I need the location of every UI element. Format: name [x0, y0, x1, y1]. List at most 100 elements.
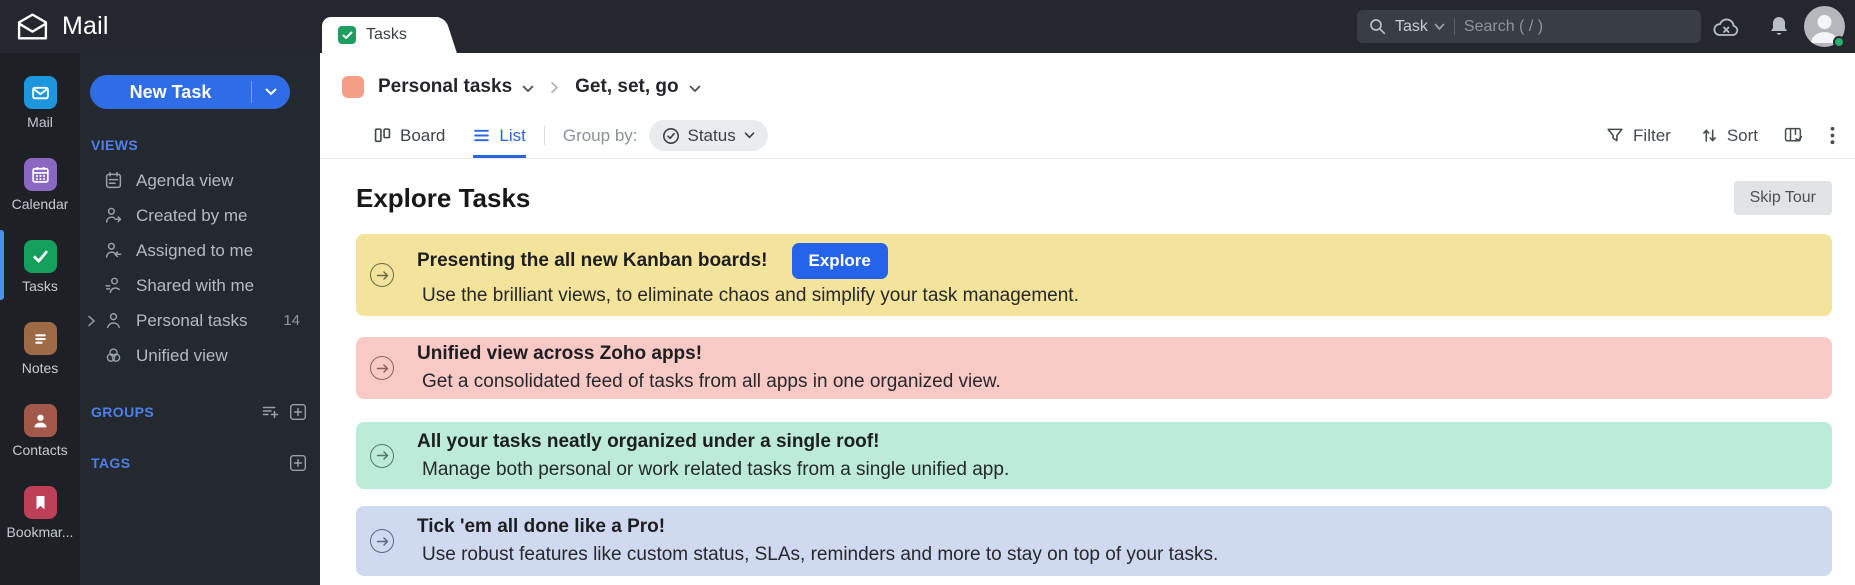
- add-tag-icon[interactable]: [289, 454, 307, 472]
- app-rail: Mail Calendar Tasks Notes Contacts Bookm…: [0, 53, 80, 585]
- tour-card-pro: Tick 'em all done like a Pro! Use robust…: [356, 506, 1832, 576]
- rail-item-tasks[interactable]: Tasks: [0, 230, 80, 316]
- rail-item-label: Calendar: [11, 196, 69, 212]
- tags-section: TAGS: [80, 454, 320, 472]
- arrow-right-icon[interactable]: [370, 263, 394, 287]
- app-logo[interactable]: Mail: [16, 0, 109, 53]
- rail-item-notes[interactable]: Notes: [0, 316, 80, 398]
- rail-item-mail[interactable]: Mail: [0, 70, 80, 152]
- chevron-right-icon: [550, 81, 559, 94]
- groups-section: GROUPS: [80, 403, 320, 421]
- list-icon: [474, 129, 490, 142]
- tab-tasks[interactable]: Tasks: [322, 17, 438, 53]
- views-section-label: VIEWS: [91, 137, 139, 153]
- rail-item-calendar[interactable]: Calendar: [0, 152, 80, 234]
- card-title: Tick 'em all done like a Pro!: [417, 516, 666, 537]
- tour-card-kanban: Presenting the all new Kanban boards! Ex…: [356, 234, 1832, 316]
- search-scope-dropdown[interactable]: Task: [1395, 18, 1445, 36]
- tour-card-unified-view: Unified view across Zoho apps! Get a con…: [356, 337, 1832, 399]
- toolbar-divider: [543, 126, 545, 145]
- tab-list-label: List: [499, 125, 526, 145]
- arrow-right-icon[interactable]: [370, 443, 394, 468]
- calendar-icon: [23, 158, 57, 191]
- tab-board[interactable]: Board: [374, 113, 445, 158]
- search-scope-value: Task: [1395, 17, 1428, 35]
- tags-section-label: TAGS: [91, 455, 131, 471]
- search-input[interactable]: [1463, 17, 1689, 36]
- tasks-check-icon: [338, 26, 356, 44]
- add-group-icon[interactable]: [289, 403, 307, 421]
- sidebar-item-label: Personal tasks: [136, 310, 248, 330]
- arrow-right-icon[interactable]: [370, 529, 394, 553]
- manage-groups-icon[interactable]: [262, 404, 279, 420]
- search-bar[interactable]: Task: [1357, 10, 1701, 43]
- group-by-status-dropdown[interactable]: Status: [648, 120, 768, 151]
- groups-section-label: GROUPS: [91, 404, 155, 420]
- breadcrumb: Personal tasks Get, set, go: [320, 61, 1855, 113]
- new-task-dropdown[interactable]: [252, 75, 290, 109]
- sidebar-item-label: Shared with me: [136, 275, 255, 295]
- app-name: Mail: [62, 12, 109, 40]
- chevron-down-icon: [744, 132, 755, 139]
- sort-button[interactable]: Sort: [1701, 113, 1758, 158]
- rail-item-label: Contacts: [12, 442, 68, 458]
- explore-header: Explore Tasks Skip Tour: [320, 159, 1855, 215]
- view-toolbar: Board List Group by: Status Filter Sort: [320, 113, 1855, 159]
- notes-icon: [23, 322, 57, 355]
- skip-tour-button[interactable]: Skip Tour: [1733, 181, 1832, 215]
- main-content: Personal tasks Get, set, go Board List G…: [320, 53, 1855, 585]
- rail-item-label: Notes: [21, 360, 59, 376]
- group-by-label: Group by:: [562, 125, 638, 145]
- views-list: Agenda view Created by me Assigned to me: [80, 163, 320, 373]
- mail-icon: [23, 76, 57, 109]
- breadcrumb-view-name[interactable]: Get, set, go: [575, 76, 678, 98]
- person-icon: [104, 311, 123, 330]
- sidebar-item-label: Agenda view: [136, 170, 234, 190]
- board-icon: [374, 128, 391, 143]
- breadcrumb-list-name[interactable]: Personal tasks: [378, 76, 512, 98]
- chevron-down-icon[interactable]: [689, 85, 701, 93]
- sidebar-item-unified-view[interactable]: Unified view: [80, 338, 320, 373]
- filter-button[interactable]: Filter: [1606, 113, 1671, 158]
- sidebar-item-created-by-me[interactable]: Created by me: [80, 198, 320, 233]
- list-color-swatch: [342, 76, 364, 98]
- sort-icon: [1702, 129, 1716, 142]
- sidebar-item-assigned-to-me[interactable]: Assigned to me: [80, 233, 320, 268]
- sidebar-item-shared-with-me[interactable]: Shared with me: [80, 268, 320, 303]
- search-divider: [1453, 18, 1455, 35]
- rail-item-bookmarks[interactable]: Bookmar...: [0, 480, 80, 562]
- card-title: All your tasks neatly organized under a …: [417, 430, 880, 452]
- more-options-kebab-icon[interactable]: [1830, 113, 1835, 158]
- arrow-right-icon[interactable]: [370, 356, 394, 380]
- sidebar-item-label: Unified view: [136, 345, 228, 365]
- card-title: Presenting the all new Kanban boards!: [417, 250, 768, 271]
- explore-button[interactable]: Explore: [791, 243, 888, 279]
- card-subtitle: Use the brilliant views, to eliminate ch…: [422, 285, 1079, 306]
- chevron-down-icon: [265, 88, 277, 96]
- tasks-sidebar: New Task VIEWS Agenda view Created by me…: [80, 53, 320, 585]
- person-arrow-out-icon: [104, 206, 123, 225]
- rail-item-contacts[interactable]: Contacts: [0, 398, 80, 480]
- customize-columns-icon[interactable]: [1784, 113, 1804, 158]
- notifications-bell-icon[interactable]: [1769, 0, 1789, 53]
- rail-item-label: Mail: [27, 114, 53, 130]
- new-task-button[interactable]: New Task: [90, 75, 290, 109]
- tour-card-single-roof: All your tasks neatly organized under a …: [356, 422, 1832, 489]
- new-task-label[interactable]: New Task: [90, 75, 251, 109]
- card-subtitle: Manage both personal or work related tas…: [422, 458, 1010, 480]
- online-status-dot: [1833, 36, 1845, 48]
- page-title: Explore Tasks: [356, 182, 531, 213]
- expand-chevron-icon[interactable]: [87, 315, 96, 327]
- personal-tasks-count: 14: [283, 312, 300, 329]
- chevron-down-icon[interactable]: [522, 85, 534, 93]
- sidebar-item-personal-tasks[interactable]: Personal tasks 14: [80, 303, 320, 338]
- group-by-value: Status: [687, 125, 736, 145]
- cloud-sync-icon[interactable]: [1712, 0, 1741, 53]
- filter-icon: [1607, 128, 1623, 142]
- person-arrow-in-icon: [104, 241, 123, 260]
- tab-list[interactable]: List: [473, 113, 526, 158]
- sidebar-item-agenda-view[interactable]: Agenda view: [80, 163, 320, 198]
- tab-board-label: Board: [400, 125, 446, 145]
- search-icon: [1369, 18, 1386, 35]
- tab-tasks-label: Tasks: [366, 26, 407, 43]
